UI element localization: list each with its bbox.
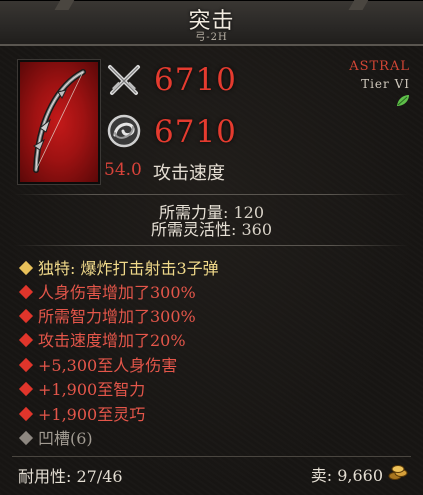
tier-label: Tier VI: [361, 77, 410, 91]
swirl-icon: [107, 114, 141, 148]
requirement-value: 360: [241, 220, 273, 239]
affix-text: +1,900至智力: [38, 380, 146, 399]
sell-label: 卖: [310, 466, 327, 485]
affix-text: 攻击速度增加了20%: [38, 331, 186, 350]
requirement-label: 所需灵活性: [150, 220, 231, 239]
affix-text: 所需智力增加了300%: [38, 307, 196, 326]
affix-diamond-icon: [18, 284, 34, 300]
affix-diamond-icon: [18, 308, 34, 324]
affix-diamond-icon: [18, 381, 34, 397]
item-type: 弓-2H: [195, 32, 228, 43]
tooltip-header: 突击 弓-2H: [0, 0, 423, 46]
crossed-swords-icon: [108, 65, 140, 95]
bow-icon: [33, 69, 86, 173]
attack-speed-value: 54.0: [104, 160, 142, 180]
durability: 耐用性: 27/46: [18, 467, 123, 486]
affix-text: +1,900至灵巧: [38, 405, 146, 424]
gold-coins-icon: [388, 465, 408, 480]
affix-text: 凹槽(6): [38, 429, 93, 448]
unique-diamond-icon: [18, 260, 34, 276]
affix-text: +5,300至人身伤害: [38, 356, 178, 375]
divider: [14, 245, 409, 246]
affix-text: 人身伤害增加了300%: [38, 283, 196, 302]
requirement-dexterity: 所需灵活性: 360: [150, 220, 273, 239]
rarity-label: ASTRAL: [349, 59, 410, 74]
socket-diamond-icon: [18, 430, 34, 446]
sell-price: 卖: 9,660: [310, 466, 383, 485]
affix: +5,300至人身伤害: [18, 352, 177, 376]
affix-diamond-icon: [18, 332, 34, 348]
affix-diamond-icon: [18, 357, 34, 373]
affix: 人身伤害增加了300%: [18, 279, 196, 303]
affix: +1,900至智力: [18, 376, 145, 400]
sell-value: 9,660: [337, 466, 383, 485]
affix: 所需智力增加了300%: [18, 303, 196, 327]
item-portrait: [18, 60, 100, 184]
durability-value: 27/46: [76, 467, 123, 486]
affix: +1,900至灵巧: [18, 401, 145, 425]
durability-label: 耐用性: [18, 467, 67, 486]
item-tooltip: 突击 弓-2H 6710 6710 54.0 攻击速度 ASTRAL Tier …: [0, 0, 423, 495]
affix-text: 独特: 爆炸打击射击3子弹: [38, 259, 219, 278]
attack-speed-label: 攻击速度: [153, 163, 225, 184]
secondary-damage-value: 6710: [154, 114, 237, 150]
divider: [14, 194, 409, 195]
footer-divider: [12, 456, 411, 457]
affix-sockets: 凹槽(6): [18, 425, 93, 449]
affix-unique: 独特: 爆炸打击射击3子弹: [18, 255, 219, 279]
leaf-icon: [397, 95, 409, 106]
affix: 攻击速度增加了20%: [18, 327, 186, 351]
affix-diamond-icon: [18, 406, 34, 422]
damage-value: 6710: [154, 62, 237, 98]
